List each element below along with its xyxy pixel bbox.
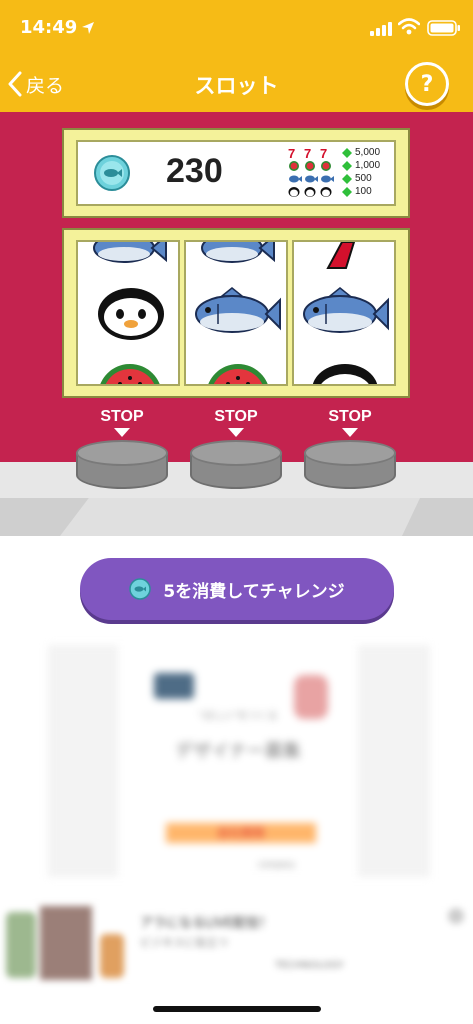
advertisement[interactable]: "ほしい"をつくる デザイナー募集 自社開発 company bbox=[48, 645, 430, 877]
banner-ad[interactable]: アラになるLIVE配信！ ビジネスに役立つ TECHNOLOGY bbox=[0, 900, 473, 990]
penguin-icon bbox=[312, 364, 378, 384]
challenge-label: 5を消費してチャレンジ bbox=[163, 581, 345, 602]
fish-icon bbox=[303, 287, 389, 333]
reward-value: 100 bbox=[355, 186, 372, 197]
seven-icon bbox=[326, 242, 356, 269]
fish-coin-icon bbox=[129, 578, 152, 600]
watermelon-symbols bbox=[288, 160, 342, 172]
score-display: 230 7 7 7 5,000 1,000 500 100 bbox=[76, 140, 396, 206]
stop-button-2[interactable] bbox=[190, 440, 282, 492]
score-panel: 230 7 7 7 5,000 1,000 500 100 bbox=[62, 128, 410, 218]
watermelon-icon bbox=[208, 364, 268, 384]
seven-icon: 7 7 7 bbox=[288, 147, 327, 159]
penguin-symbols bbox=[288, 186, 342, 198]
reward-value: 500 bbox=[355, 173, 372, 184]
watermelon-icon bbox=[100, 364, 160, 384]
ad-graphic bbox=[154, 673, 194, 699]
fish-symbols bbox=[288, 173, 342, 185]
page-title: スロット bbox=[194, 74, 279, 98]
down-arrow-icon bbox=[342, 428, 358, 437]
stop-button-1[interactable] bbox=[76, 440, 168, 492]
svg-text:7: 7 bbox=[288, 147, 295, 159]
ad-cta: 自社開発 bbox=[166, 823, 316, 843]
fish-icon bbox=[289, 175, 334, 182]
ad-title: デザイナー募集 bbox=[175, 741, 301, 762]
stop-button-top bbox=[304, 440, 396, 466]
down-arrow-icon bbox=[114, 428, 130, 437]
svg-text:7: 7 bbox=[304, 147, 311, 159]
coin-count: 230 bbox=[166, 152, 223, 190]
paytable-row: 500 bbox=[288, 172, 392, 185]
stop-button-3[interactable] bbox=[304, 440, 396, 492]
banner-image bbox=[40, 906, 92, 980]
banner-headline: アラになるLIVE配信！ bbox=[140, 916, 273, 931]
machine-base-highlight bbox=[60, 498, 420, 536]
penguin-icon bbox=[288, 186, 332, 197]
ad-logo: company bbox=[258, 860, 295, 869]
status-bar: 14:49 bbox=[0, 0, 473, 56]
ad-card: "ほしい"をつくる デザイナー募集 自社開発 company bbox=[118, 645, 358, 877]
gem-icon bbox=[342, 147, 352, 158]
slot-machine: 230 7 7 7 5,000 1,000 500 100 STOP STOP … bbox=[0, 112, 473, 462]
ad-subtitle: "ほしい"をつくる bbox=[198, 711, 278, 722]
down-arrow-icon bbox=[228, 428, 244, 437]
reward-value: 5,000 bbox=[355, 147, 381, 158]
banner-graphic bbox=[6, 912, 36, 978]
fish-coin-icon bbox=[94, 155, 130, 191]
navigation-bar: 戻る スロット ? bbox=[0, 56, 473, 112]
gem-icon bbox=[342, 186, 352, 197]
paytable: 7 7 7 5,000 1,000 500 100 bbox=[288, 146, 392, 198]
battery-icon bbox=[427, 20, 460, 36]
wifi-icon bbox=[398, 18, 420, 35]
seven-symbols: 7 7 7 bbox=[288, 147, 342, 159]
location-arrow-icon bbox=[82, 22, 94, 34]
gem-icon bbox=[342, 160, 352, 171]
banner-brand: TECHNOLOGY bbox=[275, 960, 344, 971]
help-button[interactable]: ? bbox=[405, 62, 449, 106]
reel-2 bbox=[184, 240, 288, 386]
svg-text:7: 7 bbox=[320, 147, 327, 159]
penguin-icon bbox=[98, 288, 164, 340]
paytable-row: 7 7 7 5,000 bbox=[288, 146, 392, 159]
reel-1 bbox=[76, 240, 180, 386]
stop-button-top bbox=[76, 440, 168, 466]
stop-label-2: STOP bbox=[214, 408, 258, 425]
reward-value: 1,000 bbox=[355, 160, 381, 171]
fish-icon bbox=[195, 287, 281, 333]
paytable-row: 1,000 bbox=[288, 159, 392, 172]
gem-icon bbox=[342, 173, 352, 184]
challenge-button[interactable]: 5を消費してチャレンジ bbox=[80, 558, 394, 620]
stop-label-1: STOP bbox=[100, 408, 144, 425]
paytable-row: 100 bbox=[288, 185, 392, 198]
reel-3 bbox=[292, 240, 396, 386]
ad-info-icon[interactable] bbox=[448, 908, 464, 924]
stop-button-top bbox=[190, 440, 282, 466]
reel-window bbox=[62, 228, 410, 398]
status-time: 14:49 bbox=[20, 17, 78, 38]
banner-subtext: ビジネスに役立つ bbox=[140, 936, 228, 949]
cellular-signal-icon bbox=[370, 22, 392, 36]
header-bar: 14:49 戻る スロット ? bbox=[0, 0, 473, 112]
home-indicator bbox=[153, 1006, 321, 1012]
stop-label-3: STOP bbox=[328, 408, 372, 425]
watermelon-icon bbox=[289, 160, 331, 171]
banner-graphic bbox=[100, 934, 124, 978]
fish-icon bbox=[93, 242, 167, 263]
fish-icon bbox=[201, 242, 275, 263]
